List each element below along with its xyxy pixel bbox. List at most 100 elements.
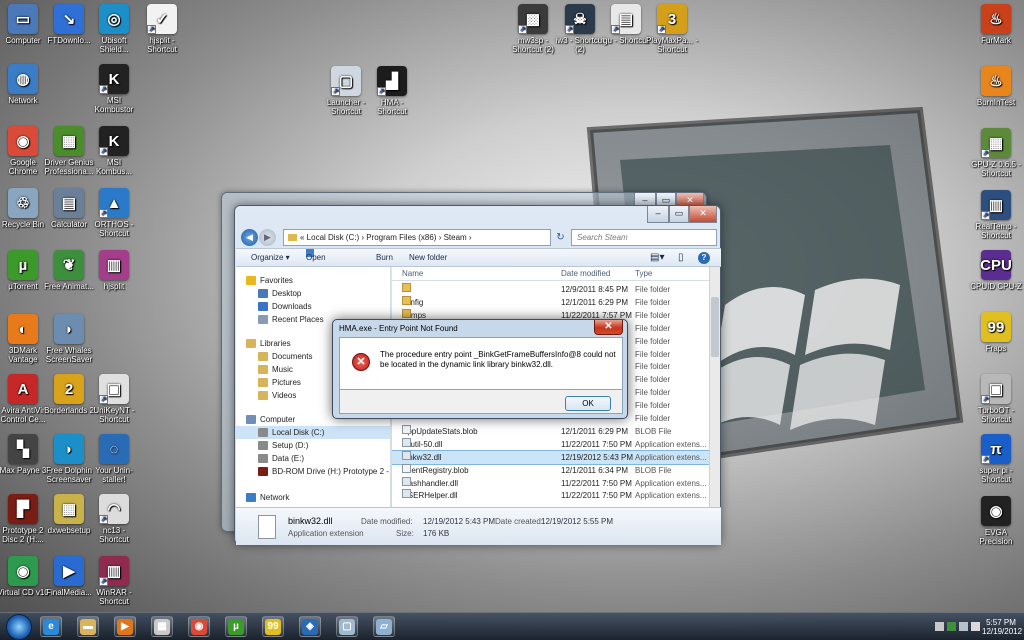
table-row[interactable]: CSERHelper.dll 11/22/2011 7:50 PM Applicat… <box>392 489 709 502</box>
taskbar-utorrent[interactable]: µ <box>225 616 247 637</box>
desktop-icon-evga-precision[interactable]: ◉ EVGA Precision <box>970 496 1022 546</box>
taskbar-chrome[interactable]: ◉ <box>188 616 210 637</box>
nav-item-bd-rom-drive-h-prototype-2-disc[interactable]: BD-ROM Drive (H:) Prototype 2 - Disc <box>236 465 390 478</box>
desktop-icon-max-payne-3[interactable]: ▚ Max Payne 3 <box>0 434 49 475</box>
desktop-icon-label: TurboOT - Shortcut <box>977 406 1015 424</box>
column-date[interactable]: Date modified <box>561 267 610 281</box>
nav-item-data-e[interactable]: Data (E:) <box>236 452 390 465</box>
view-options-icon[interactable]: ▤▾ <box>650 249 664 266</box>
desktop-icon-free-whales-screensaver[interactable]: ◗ Free Whales ScreenSaver <box>43 314 95 364</box>
shortcut-arrow-icon: ↗ <box>565 25 574 34</box>
vertical-scrollbar[interactable] <box>709 267 720 507</box>
network-icon: ◍ <box>8 64 38 94</box>
column-type[interactable]: Type <box>635 267 652 281</box>
taskbar-network-app[interactable]: ◈ <box>299 616 321 637</box>
desktop-icon-gpu-z-0-6-5-shortcut[interactable]: ▦ ↗ GPU-Z 0.6.5 - Shortcut <box>970 128 1022 178</box>
desktop-icon-nc13-shortcut[interactable]: ◠ ↗ nc13 - Shortcut <box>88 494 140 544</box>
desktop-icon-prototype-2-disc-2-h[interactable]: ▛ Prototype 2 Disc 2 (H:... <box>0 494 49 544</box>
desktop-icon-gu-shortcut[interactable]: ▤ ↗ gu - Shortcut <box>600 4 652 45</box>
desktop-icon-winrar-shortcut[interactable]: ▥ ↗ WinRAR - Shortcut <box>88 556 140 606</box>
table-row[interactable]: avutil-50.dll 11/22/2011 7:50 PM Applicati… <box>392 437 709 451</box>
table-row[interactable]: binkw32.dll 12/19/2012 5:43 PM Application… <box>392 449 709 465</box>
taskbar-app-grid[interactable]: ▦ <box>151 616 173 637</box>
desktop-icon-super-pi-shortcut[interactable]: π ↗ super pi - Shortcut <box>970 434 1022 484</box>
start-button[interactable] <box>6 614 32 640</box>
maximize-button[interactable]: ▭ <box>669 206 689 223</box>
taskbar-notepad[interactable]: ▱ <box>373 616 395 637</box>
network-icon[interactable] <box>959 622 968 631</box>
preview-pane-icon[interactable]: ▯ <box>678 249 684 266</box>
file-name-cell: AppUpdateStats.blob <box>402 424 557 438</box>
desktop-icon-hma-shortcut[interactable]: ▟ ↗ HMA - Shortcut <box>366 66 418 116</box>
nav-item-setup-d[interactable]: Setup (D:) <box>236 439 390 452</box>
desktop-icon-hjsplit[interactable]: ▥ hjsplit <box>88 250 140 291</box>
nav-item-downloads[interactable]: Downloads <box>236 300 390 313</box>
desktop-icon-turboot-shortcut[interactable]: ▣ ↗ TurboOT - Shortcut <box>970 374 1022 424</box>
flag-icon[interactable] <box>935 622 944 631</box>
desktop-icon-mw3sp-shortcut-2[interactable]: ▩ ↗ mw3sp - Shortcut (2) <box>507 4 559 54</box>
desktop-icon-hjsplit-shortcut[interactable]: ✓ ↗ hjsplit - Shortcut <box>136 4 188 54</box>
desktop-icon-google-chrome[interactable]: ◉ Google Chrome <box>0 126 49 176</box>
desktop-icon-playmaxpa-shortcut[interactable]: 3 ↗ PlayMaxPa... - Shortcut <box>646 4 698 54</box>
dialog-close-button[interactable]: ✕ <box>594 320 623 335</box>
desktop-icon-network[interactable]: ◍ Network <box>0 64 49 105</box>
table-row[interactable]: ClientRegistry.blob 12/1/2011 6:34 PM BLOB… <box>392 463 709 477</box>
hma-shortcut-icon: ▟ ↗ <box>377 66 407 96</box>
desktop-icon-your-unin-staller[interactable]: ◌ Your Unin-staller! <box>88 434 140 484</box>
help-icon[interactable]: ? <box>698 252 710 264</box>
nc13-shortcut-icon: ◠ ↗ <box>99 494 129 524</box>
desktop-icon-orthos-shortcut[interactable]: ▲ ↗ ORTHOS - Shortcut <box>88 188 140 238</box>
desktop-icon-avira-antivir-control-ce[interactable]: A Avira AntiVir Control Ce... <box>0 374 49 424</box>
minimize-button[interactable]: – <box>647 206 669 223</box>
nav-item-label: Computer <box>260 415 296 424</box>
nav-item-favorites[interactable]: Favorites <box>236 274 390 287</box>
desktop-icon-realtemp-shortcut[interactable]: ▥ ↗ RealTemp - Shortcut <box>970 190 1022 240</box>
desktop-icon-launcher-shortcut[interactable]: ▢ ↗ Launcher - Shortcut <box>320 66 372 116</box>
nav-item-label: Libraries <box>260 339 291 348</box>
taskbar-fraps[interactable]: 99 <box>262 616 284 637</box>
nav-item-desktop[interactable]: Desktop <box>236 287 390 300</box>
desktop-icon-torrent[interactable]: µ µTorrent <box>0 250 49 291</box>
desktop-icon-3dmark-vantage[interactable]: ◐ 3DMark Vantage <box>0 314 49 364</box>
back-button[interactable]: ◀ <box>241 229 258 246</box>
computer-icon: ▭ <box>8 4 38 34</box>
breadcrumb[interactable]: « Local Disk (C:) › Program Files (x86) … <box>283 229 551 246</box>
desktop-icon-computer[interactable]: ▭ Computer <box>0 4 49 45</box>
orthos-shortcut-icon: ▲ ↗ <box>99 188 129 218</box>
search-input[interactable]: Search Steam <box>571 229 717 246</box>
desktop-icon-msi-kombus[interactable]: K ↗ MSI Kombus... <box>88 126 140 176</box>
desktop-icon-virtual-cd-v10[interactable]: ◉ Virtual CD v10 <box>0 556 49 597</box>
power-icon[interactable] <box>947 622 956 631</box>
table-row[interactable]: config 12/1/2011 6:29 PM File folder <box>392 295 709 309</box>
nav-item-local-disk-c[interactable]: Local Disk (C:) <box>236 426 390 439</box>
desktop-icon-furmark[interactable]: ♨ FurMark <box>970 4 1022 45</box>
refresh-button[interactable]: ↻ <box>553 230 568 245</box>
volume-icon[interactable] <box>971 622 980 631</box>
organize-button[interactable]: Organize ▾ <box>251 249 290 266</box>
taskbar-explorer[interactable]: ▬ <box>77 616 99 637</box>
new-folder-button[interactable]: New folder <box>409 249 447 266</box>
nav-item-network[interactable]: Network <box>236 491 390 504</box>
ok-button[interactable]: OK <box>565 396 611 411</box>
desktop-icon-cpuid-cpu-z[interactable]: CPU CPUID CPU-Z <box>970 250 1022 291</box>
column-name[interactable]: Name <box>402 267 423 281</box>
table-row[interactable]: AppUpdateStats.blob 12/1/2011 6:29 PM BLOB… <box>392 424 709 438</box>
desktop-icon-burnintest[interactable]: ♨ BurnInTest <box>970 66 1022 107</box>
close-button[interactable]: ✕ <box>689 206 717 223</box>
table-row[interactable]: crashhandler.dll 11/22/2011 7:50 PM Applic… <box>392 476 709 490</box>
clock[interactable]: 5:57 PM 12/19/2012 <box>982 618 1022 636</box>
desktop-icon-label: UniKeyNT - Shortcut <box>93 406 135 424</box>
desktop-icon-iw3-shortcut-2[interactable]: ☠ ↗ iw3 - Shortcut (2) <box>554 4 606 54</box>
scroll-thumb[interactable] <box>711 297 719 357</box>
desktop-icon-fraps[interactable]: 99 Fraps <box>970 312 1022 353</box>
burn-button[interactable]: Burn <box>376 249 393 266</box>
taskbar-media-player[interactable]: ▶ <box>114 616 136 637</box>
taskbar-hma-window[interactable]: ▢ <box>336 616 358 637</box>
table-row[interactable]: C 12/9/2011 8:45 PM File folder <box>392 283 709 296</box>
taskbar-internet-explorer[interactable]: e <box>40 616 62 637</box>
desktop-icon-ubisoft-shield[interactable]: ◎ Ubisoft Shield... <box>88 4 140 54</box>
desktop-icon-unikeynt-shortcut[interactable]: ▣ ↗ UniKeyNT - Shortcut <box>88 374 140 424</box>
desktop-icon-recycle-bin[interactable]: ♲ Recycle Bin <box>0 188 49 229</box>
forward-button[interactable]: ▶ <box>259 229 276 246</box>
desktop-icon-msi-kombustor[interactable]: K ↗ MSI Kombustor <box>88 64 140 114</box>
